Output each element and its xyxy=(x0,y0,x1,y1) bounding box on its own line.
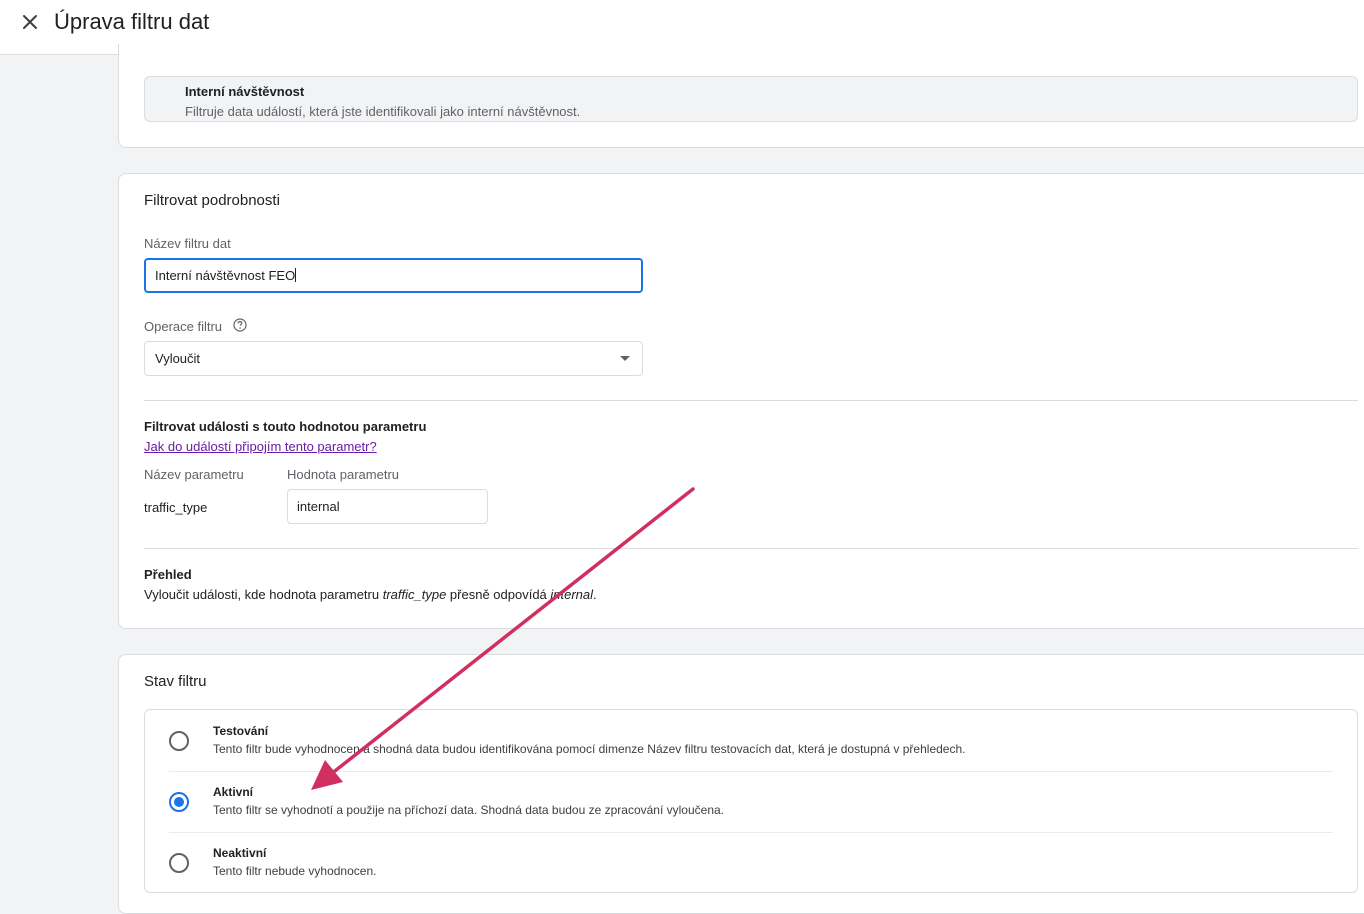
chevron-down-icon xyxy=(620,356,630,361)
page-title: Úprava filtru dat xyxy=(54,9,210,34)
summary-part: přesně odpovídá xyxy=(446,587,551,602)
filter-type-title: Interní návštěvnost xyxy=(185,84,305,99)
param-name-value: traffic_type xyxy=(144,500,208,515)
status-option-description: Tento filtr bude vyhodnocen a shodná dat… xyxy=(213,742,966,756)
param-filter-heading: Filtrovat události s touto hodnotou para… xyxy=(144,419,427,434)
status-option-description: Tento filtr nebude vyhodnocen. xyxy=(213,864,377,878)
filter-details-heading: Filtrovat podrobnosti xyxy=(144,192,280,209)
status-options: Testování Tento filtr bude vyhodnocen a … xyxy=(144,709,1358,893)
status-radio-active[interactable] xyxy=(169,792,189,812)
status-radio-testing[interactable] xyxy=(169,731,189,751)
summary-part: . xyxy=(593,587,597,602)
filter-type-description: Filtruje data událostí, která jste ident… xyxy=(185,104,581,119)
status-option-title: Neaktivní xyxy=(213,846,267,860)
filter-name-input[interactable]: Interní návštěvnost FEO xyxy=(144,258,643,293)
status-radio-inactive[interactable] xyxy=(169,853,189,873)
param-help-link[interactable]: Jak do událostí připojím tento parametr? xyxy=(144,439,377,454)
param-value-label: Hodnota parametru xyxy=(287,467,400,482)
param-value-text: internal xyxy=(297,499,340,514)
summary-heading: Přehled xyxy=(144,567,192,582)
close-button[interactable] xyxy=(16,8,44,36)
filter-operation-label: Operace filtru xyxy=(144,319,223,334)
filter-type-card: Interní návštěvnost Filtruje data událos… xyxy=(118,44,1364,148)
divider xyxy=(144,400,1358,401)
filter-operation-select[interactable]: Vyloučit xyxy=(144,341,643,376)
summary-value: internal xyxy=(550,587,594,602)
summary-part: Vyloučit události, kde hodnota parametru xyxy=(144,587,383,602)
status-option-active[interactable]: Aktivní Tento filtr se vyhodnotí a použi… xyxy=(145,771,1357,832)
help-circle-icon[interactable] xyxy=(233,318,247,332)
status-option-title: Testování xyxy=(213,724,269,738)
status-option-description: Tento filtr se vyhodnotí a použije na př… xyxy=(213,803,725,817)
summary-text: Vyloučit události, kde hodnota parametru… xyxy=(144,587,597,602)
filter-name-label: Název filtru dat xyxy=(144,236,231,251)
summary-param: traffic_type xyxy=(382,587,447,602)
divider xyxy=(144,548,1358,549)
text-caret xyxy=(295,268,297,282)
filter-status-card: Stav filtru Testování Tento filtr bude v… xyxy=(118,654,1364,914)
filter-name-value: Interní návštěvnost FEO xyxy=(155,268,296,283)
param-name-label: Název parametru xyxy=(144,467,244,482)
filter-operation-value: Vyloučit xyxy=(155,351,201,366)
status-option-testing[interactable]: Testování Tento filtr bude vyhodnocen a … xyxy=(145,710,1357,771)
status-option-inactive[interactable]: Neaktivní Tento filtr nebude vyhodnocen. xyxy=(145,832,1357,893)
status-option-title: Aktivní xyxy=(213,785,254,799)
filter-details-card: Filtrovat podrobnosti Název filtru dat I… xyxy=(118,173,1364,629)
param-value-input[interactable]: internal xyxy=(287,489,488,524)
close-icon xyxy=(23,15,37,29)
filter-status-heading: Stav filtru xyxy=(144,673,207,690)
filter-type-box: Interní návštěvnost Filtruje data událos… xyxy=(144,76,1358,122)
